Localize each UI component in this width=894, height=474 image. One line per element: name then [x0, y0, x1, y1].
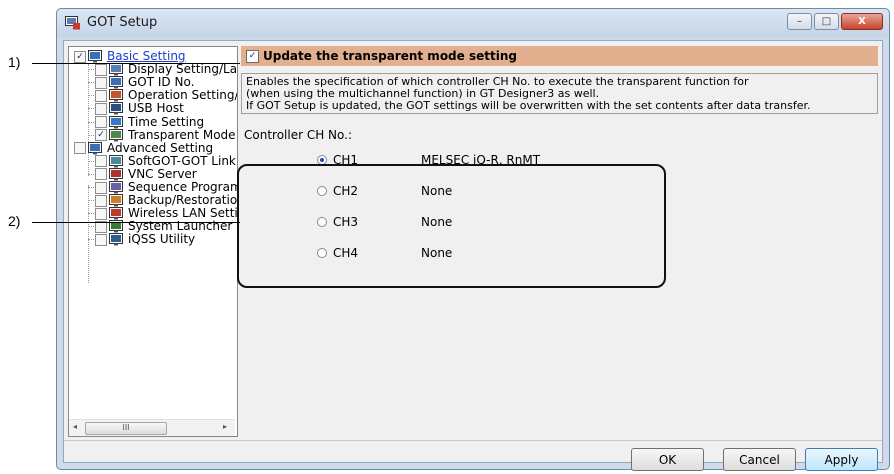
backup-icon [109, 194, 124, 207]
tree-item-checkbox[interactable] [95, 233, 107, 246]
callout-2-leader [32, 222, 240, 223]
tree-horizontal-scrollbar[interactable]: ◂ III ▸ [69, 419, 235, 436]
tree-item-label: iQSS Utility [128, 232, 196, 247]
link-icon [109, 154, 124, 168]
tree-item-checkbox[interactable]: ✓ [74, 50, 86, 63]
id-icon [109, 76, 124, 89]
tree-item-checkbox[interactable]: ✓ [95, 129, 107, 142]
section-header: ✓ Update the transparent mode setting [241, 46, 878, 66]
operation-icon [109, 89, 124, 102]
sequence-icon [109, 181, 124, 194]
transparent-mode-icon [109, 128, 124, 142]
iqss-icon [109, 233, 124, 246]
tree-item-checkbox[interactable] [95, 76, 107, 89]
cancel-button[interactable]: Cancel [723, 448, 796, 471]
settings-tree[interactable]: ✓Basic SettingDisplay Setting/LangGOT ID… [68, 46, 238, 437]
tree-item-checkbox[interactable] [95, 155, 107, 168]
scroll-left-icon[interactable]: ◂ [73, 422, 77, 431]
window-title: GOT Setup [87, 15, 158, 30]
close-icon: X [858, 16, 866, 27]
title-bar[interactable]: GOT Setup – □ X [57, 9, 889, 37]
tree-item-checkbox[interactable] [95, 89, 107, 102]
callout-2: 2) [8, 213, 21, 229]
minimize-icon: – [797, 16, 802, 27]
controller-ch-label: Controller CH No.: [244, 128, 353, 142]
scroll-thumb[interactable]: III [85, 422, 167, 435]
advanced-setting-icon [88, 141, 103, 155]
tree-item-checkbox[interactable] [95, 116, 107, 128]
ok-button[interactable]: OK [631, 448, 704, 471]
tree-item-checkbox[interactable] [95, 63, 107, 76]
controller-ch-highlight [237, 164, 666, 288]
tree-item-checkbox[interactable] [74, 142, 86, 155]
description-line: If GOT Setup is updated, the GOT setting… [246, 99, 811, 112]
callout-1: 1) [8, 54, 21, 70]
vnc-icon [109, 167, 124, 181]
footer-divider [64, 440, 882, 441]
section-header-label: Update the transparent mode setting [263, 49, 517, 63]
callout-1-leader [32, 63, 240, 64]
maximize-icon: □ [821, 16, 832, 27]
basic-setting-icon [88, 50, 103, 63]
close-button[interactable]: X [841, 13, 883, 30]
tree-item-checkbox[interactable] [95, 207, 107, 220]
apply-button[interactable]: Apply [805, 448, 878, 471]
got-app-icon [65, 16, 80, 30]
description-box: Enables the specification of which contr… [241, 73, 878, 114]
display-icon [109, 63, 124, 76]
tree-item-checkbox[interactable] [95, 181, 107, 194]
update-transparent-mode-checkbox[interactable]: ✓ [246, 49, 259, 63]
tree-item[interactable]: iQSS Utility [88, 232, 196, 247]
scroll-right-icon[interactable]: ▸ [223, 422, 227, 431]
minimize-button[interactable]: – [787, 13, 812, 30]
maximize-button[interactable]: □ [814, 13, 839, 30]
usb-icon [109, 102, 124, 115]
clock-icon [109, 115, 124, 129]
wireless-icon [109, 207, 124, 220]
tree-item-checkbox[interactable] [95, 194, 107, 207]
tree-item-checkbox[interactable] [95, 168, 107, 181]
tree-item-checkbox[interactable] [95, 102, 107, 115]
